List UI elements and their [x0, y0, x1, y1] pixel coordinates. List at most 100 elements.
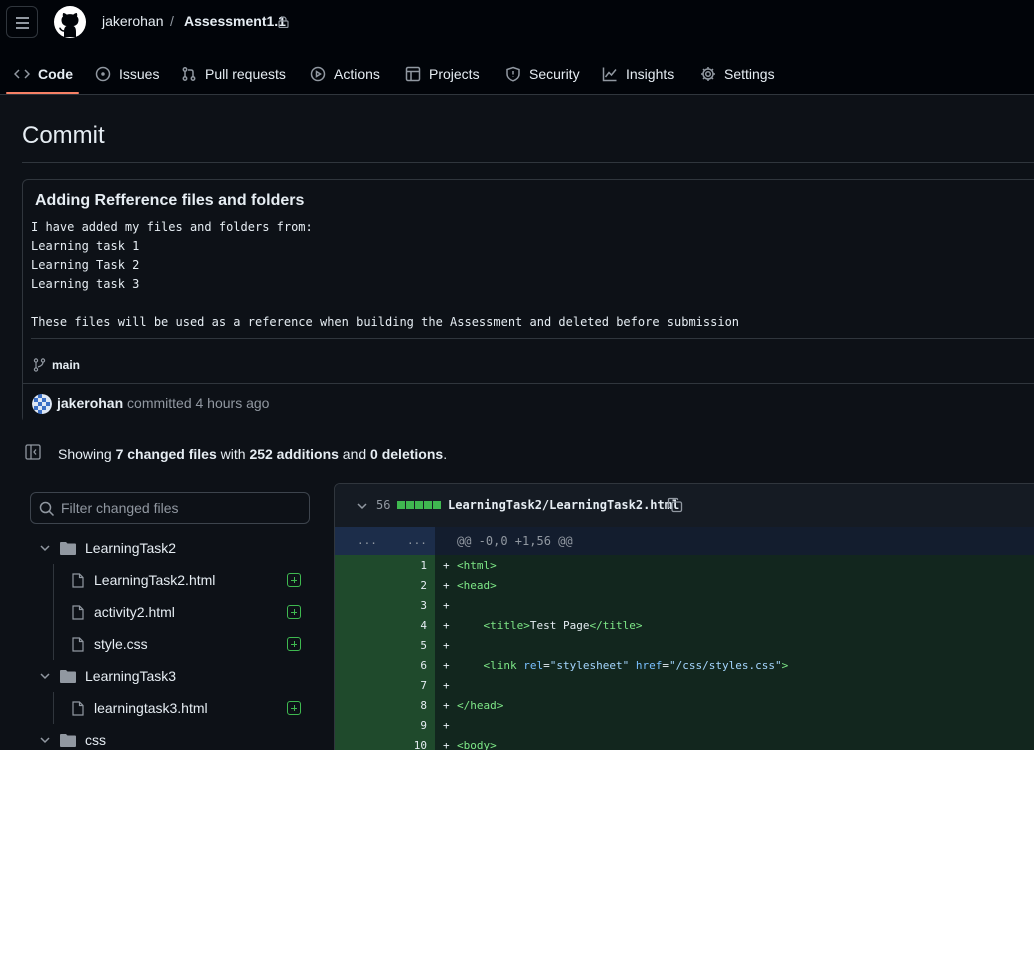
diff-sign: + — [443, 559, 450, 572]
deletions-count: 0 deletions — [370, 446, 444, 462]
branch-indicator[interactable]: main — [33, 358, 80, 372]
hunk-expander[interactable]: ... ... — [335, 527, 435, 555]
github-logo-icon[interactable] — [54, 6, 86, 38]
tree-file-learningtask3-html[interactable]: learningtask3.html — [72, 692, 208, 724]
diff-line: 3 + — [335, 595, 1034, 615]
summary-prefix: Showing — [58, 446, 112, 462]
tree-file-activity2-html[interactable]: activity2.html — [72, 596, 175, 628]
additions-count: 252 additions — [249, 446, 339, 462]
owner-link[interactable]: jakerohan — [102, 13, 164, 29]
line-number[interactable]: 6 — [420, 659, 427, 672]
diff-line: 10 + <body> — [335, 735, 1034, 750]
chevron-down-icon[interactable] — [355, 499, 369, 513]
line-number[interactable]: 2 — [420, 579, 427, 592]
code-text: </head> — [457, 699, 504, 712]
tab-issues[interactable]: Issues — [95, 54, 159, 94]
line-number[interactable]: 5 — [420, 639, 427, 652]
branch-icon — [33, 358, 46, 372]
diff-line-count: 56 — [376, 498, 391, 512]
tree-item-label: LearningTask2.html — [94, 572, 216, 588]
hunk-expand-right: ... — [407, 534, 427, 547]
breadcrumb-separator: / — [170, 13, 174, 29]
tree-guide — [53, 692, 54, 724]
diff-sign: + — [443, 719, 450, 732]
summary-and: and — [342, 446, 367, 462]
tree-folder-learningtask3[interactable]: LearningTask3 — [38, 660, 176, 692]
tab-code[interactable]: Code — [14, 54, 73, 94]
tree-item-label: style.css — [94, 636, 148, 652]
diff-sign: + — [443, 739, 450, 750]
diff-sign: + — [443, 579, 450, 592]
folder-icon — [60, 734, 76, 747]
tab-actions[interactable]: Actions — [310, 54, 380, 94]
gear-icon — [701, 67, 715, 81]
play-icon — [310, 66, 326, 82]
commit-meta: jakerohan committed 4 hours ago — [57, 395, 269, 411]
summary-end: . — [443, 446, 448, 462]
line-number[interactable]: 7 — [420, 679, 427, 692]
diff-sign: + — [443, 679, 450, 692]
tree-file-learningtask2-html[interactable]: LearningTask2.html — [72, 564, 215, 596]
tree-item-label: activity2.html — [94, 604, 175, 620]
line-number[interactable]: 1 — [420, 559, 427, 572]
tab-insights[interactable]: Insights — [602, 54, 674, 94]
tab-projects[interactable]: Projects — [405, 54, 480, 94]
author-link[interactable]: jakerohan — [57, 395, 123, 411]
filter-files — [30, 492, 310, 524]
file-added-icon — [287, 605, 301, 619]
folder-icon — [60, 542, 76, 555]
graph-icon — [602, 67, 617, 82]
tab-security[interactable]: Security — [505, 54, 580, 94]
table-icon — [405, 66, 421, 82]
diff-summary: Showing 7 changed files with 252 additio… — [58, 446, 447, 462]
line-number[interactable]: 3 — [420, 599, 427, 612]
search-icon — [39, 501, 55, 517]
diff-hunk-header: ... ... @@ -0,0 +1,56 @@ — [335, 527, 1034, 555]
active-tab-indicator — [6, 92, 79, 94]
avatar[interactable] — [32, 394, 52, 414]
code-tag: <link — [483, 659, 517, 672]
code-attr: href — [635, 659, 663, 672]
code-text: <title>Test Page</title> — [457, 619, 643, 632]
filter-files-input[interactable] — [61, 493, 301, 523]
diff-sign: + — [443, 699, 450, 712]
shield-icon — [506, 66, 520, 82]
diffstat-bar — [397, 501, 441, 509]
diff-file-path[interactable]: LearningTask2/LearningTask2.html — [448, 498, 679, 512]
github-app: jakerohan / Assessment1.1 Code Issues Pu… — [0, 0, 1034, 750]
line-number[interactable]: 4 — [420, 619, 427, 632]
chevron-down-icon — [40, 673, 50, 680]
tab-label: Pull requests — [205, 66, 286, 82]
line-number[interactable]: 8 — [420, 699, 427, 712]
commit-divider — [31, 338, 1034, 339]
file-icon — [72, 604, 84, 620]
line-number[interactable]: 9 — [420, 719, 427, 732]
diff-line: 1 + <html> — [335, 555, 1034, 575]
diff-line: 6 + <link rel="stylesheet" href="/css/st… — [335, 655, 1034, 675]
repo-link[interactable]: Assessment1.1 — [184, 13, 286, 29]
line-number[interactable]: 10 — [414, 739, 427, 750]
tab-settings[interactable]: Settings — [700, 54, 775, 94]
page-title: Commit — [22, 122, 105, 149]
file-added-icon — [287, 701, 301, 715]
sidebar-toggle-icon[interactable] — [25, 444, 41, 460]
copy-icon[interactable] — [667, 497, 683, 513]
tab-label: Settings — [724, 66, 775, 82]
tree-item-label: LearningTask3 — [85, 668, 177, 684]
code-text: <body> — [457, 739, 497, 750]
tab-pull-requests[interactable]: Pull requests — [181, 54, 286, 94]
tab-label: Issues — [119, 66, 160, 82]
tree-folder-learningtask2[interactable]: LearningTask2 — [38, 532, 176, 564]
file-icon — [72, 636, 84, 652]
tree-file-style-css[interactable]: style.css — [72, 628, 148, 660]
tree-folder-css[interactable]: css — [38, 724, 106, 750]
menu-button[interactable] — [6, 6, 38, 38]
code-attr: rel — [523, 659, 544, 672]
diff-line: 9 + — [335, 715, 1034, 735]
tab-label: Insights — [626, 66, 675, 82]
file-icon — [72, 700, 84, 716]
diff-file: 56 LearningTask2/LearningTask2.html ... … — [334, 483, 1034, 750]
diff-line: 4 + <title>Test Page</title> — [335, 615, 1034, 635]
diff-sign: + — [443, 659, 450, 672]
